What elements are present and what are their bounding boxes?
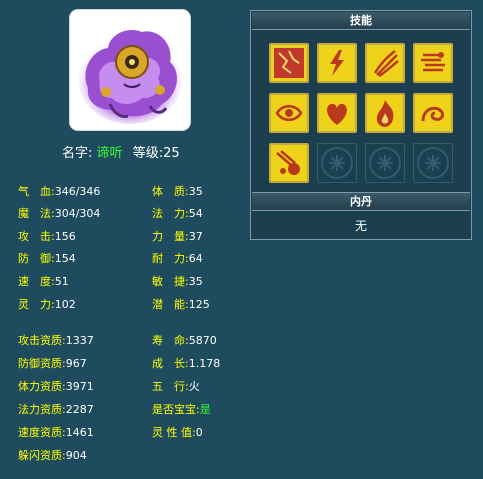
pet-name: 谛听	[96, 146, 123, 161]
empty-skill-slot-3[interactable]	[413, 143, 453, 183]
empty-slot-icon	[417, 147, 449, 179]
aptitude-dodge: 躲闪资质:904	[18, 449, 87, 462]
stat-spirit: 灵 力:102	[18, 298, 76, 311]
lightning-icon	[322, 48, 352, 78]
pet-portrait-image	[70, 10, 190, 130]
stat-hp: 气 血:346/346	[18, 185, 101, 198]
stat-potential: 潜 能:125	[152, 298, 210, 311]
skill-slot-4[interactable]	[413, 43, 453, 83]
stat-growth: 成 长:1.178	[152, 357, 221, 370]
pet-portrait[interactable]	[70, 10, 190, 130]
empty-skill-slot-1[interactable]	[317, 143, 357, 183]
stat-strength: 力 量:37	[152, 230, 203, 243]
pet-level: 25	[163, 146, 180, 161]
pet-info-window: 名字: 谛听 等级:25 气 血:346/346 魔 法:304/304 攻 击…	[0, 0, 483, 479]
stat-spirituality: 灵 性 值:0	[152, 426, 203, 439]
eye-icon	[274, 98, 304, 128]
skill-slot-3[interactable]	[365, 43, 405, 83]
stat-element: 五 行:火	[152, 380, 200, 393]
skill-slot-1[interactable]	[269, 43, 309, 83]
skill-slot-7[interactable]	[365, 93, 405, 133]
neidan-value: 无	[354, 219, 367, 233]
stat-constitution: 体 质:35	[152, 185, 203, 198]
stat-speed: 速 度:51	[18, 275, 69, 288]
aptitude-magic: 法力资质:2287	[18, 403, 94, 416]
aptitude-stamina: 体力资质:3971	[18, 380, 94, 393]
stat-is-baby: 是否宝宝:是	[152, 403, 211, 416]
neidan-title: 内丹	[252, 192, 470, 211]
speed-lines-icon	[418, 48, 448, 78]
stat-attack: 攻 击:156	[18, 230, 76, 243]
cracked-earth-icon	[274, 48, 304, 78]
flame-icon	[370, 98, 400, 128]
stat-agility: 敏 捷:35	[152, 275, 203, 288]
aptitude-attack: 攻击资质:1337	[18, 334, 94, 347]
level-label: 等级:	[132, 146, 164, 161]
meteor-icon	[274, 148, 304, 178]
skill-slot-9[interactable]	[269, 143, 309, 183]
stat-endurance: 耐 力:64	[152, 252, 203, 265]
skill-slot-6[interactable]	[317, 93, 357, 133]
empty-skill-slot-2[interactable]	[365, 143, 405, 183]
stat-lifespan: 寿 命:5870	[152, 334, 217, 347]
aptitude-speed: 速度资质:1461	[18, 426, 94, 439]
swirl-icon	[418, 98, 448, 128]
skill-slot-2[interactable]	[317, 43, 357, 83]
pet-name-line: 名字: 谛听 等级:25	[62, 142, 222, 161]
skills-panel: 技能 内丹 无	[250, 10, 472, 240]
stat-magic: 法 力:54	[152, 207, 203, 220]
name-label: 名字:	[62, 146, 93, 161]
skill-slot-5[interactable]	[269, 93, 309, 133]
empty-slot-icon	[321, 147, 353, 179]
triple-claw-icon	[370, 48, 400, 78]
skills-panel-title: 技能	[252, 12, 470, 30]
aptitude-defense: 防御资质:967	[18, 357, 87, 370]
heart-icon	[322, 98, 352, 128]
empty-slot-icon	[369, 147, 401, 179]
stat-mp: 魔 法:304/304	[18, 207, 101, 220]
skills-grid	[265, 39, 459, 187]
stat-defense: 防 御:154	[18, 252, 76, 265]
skill-slot-8[interactable]	[413, 93, 453, 133]
